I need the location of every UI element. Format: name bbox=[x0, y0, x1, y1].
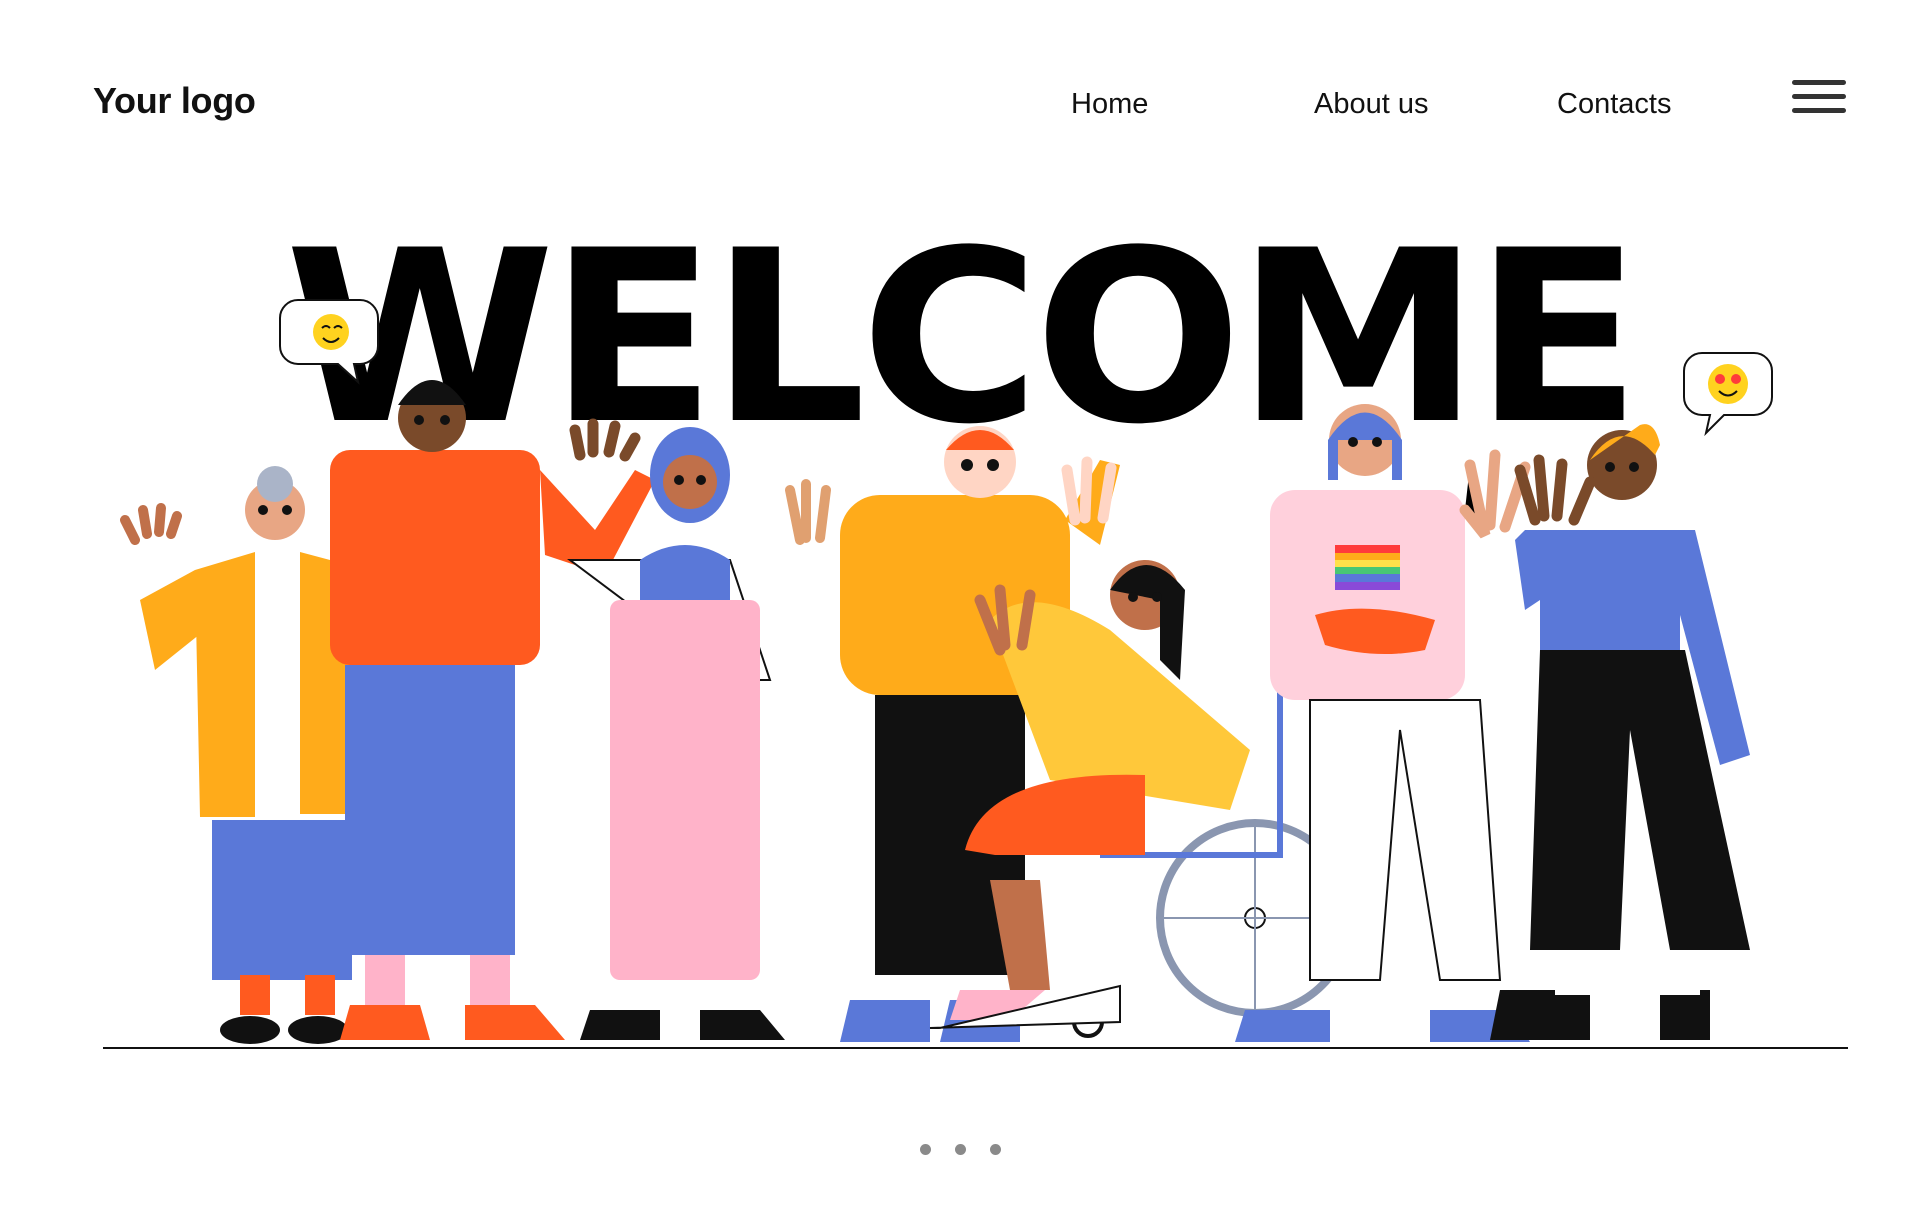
people-illustration bbox=[103, 299, 1848, 1049]
smile-speech-bubble-icon bbox=[279, 299, 379, 385]
pagination-dot[interactable] bbox=[919, 1144, 931, 1155]
carousel-pagination bbox=[0, 1144, 1920, 1155]
person-plaid-shirt-waving bbox=[330, 380, 655, 1040]
pagination-dot[interactable] bbox=[989, 1144, 1001, 1155]
pagination-dot[interactable] bbox=[954, 1144, 966, 1155]
person-blue-top-waving bbox=[1490, 424, 1750, 1040]
heart-eyes-speech-bubble-icon bbox=[1683, 352, 1773, 437]
